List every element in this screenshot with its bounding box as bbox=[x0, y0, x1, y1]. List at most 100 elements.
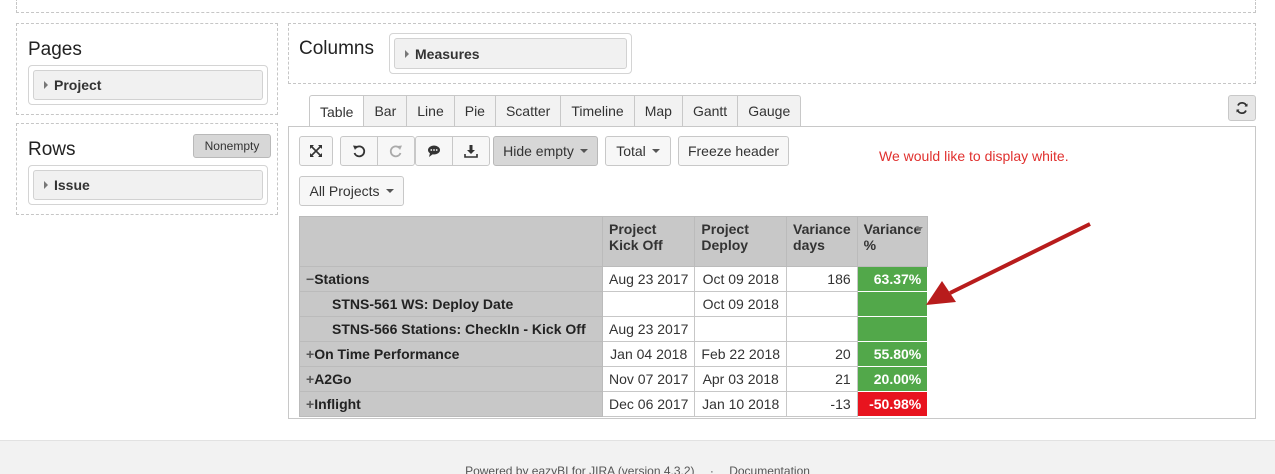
undo-icon bbox=[353, 145, 366, 158]
row-label: A2Go bbox=[314, 371, 352, 387]
cell-days bbox=[786, 316, 858, 342]
cell-deploy: Jan 10 2018 bbox=[694, 391, 788, 417]
row-member[interactable]: −Stations bbox=[299, 266, 603, 292]
row-label: Inflight bbox=[314, 396, 361, 412]
fullscreen-button[interactable] bbox=[299, 136, 333, 166]
footer-documentation-link[interactable]: Documentation bbox=[729, 464, 810, 474]
row-member[interactable]: STNS-566 Stations: CheckIn - Kick Off bbox=[299, 316, 603, 342]
row-member[interactable]: +Inflight bbox=[299, 391, 603, 417]
tab-gantt[interactable]: Gantt bbox=[681, 95, 739, 126]
comments-button[interactable] bbox=[415, 136, 453, 166]
row-label: STNS-561 WS: Deploy Date bbox=[332, 296, 514, 312]
results-table: Project Kick Off Project Deploy Variance days… bbox=[299, 216, 929, 417]
cell-days: 186 bbox=[786, 266, 858, 292]
expand-icon[interactable]: + bbox=[306, 346, 314, 362]
tab-table[interactable]: Table bbox=[309, 95, 365, 127]
cell-variance-pct bbox=[856, 316, 929, 342]
chip-label: Issue bbox=[54, 177, 90, 193]
cell-kickoff bbox=[601, 291, 696, 317]
pages-well: Project bbox=[28, 65, 268, 105]
freeze-header-button[interactable]: Freeze header bbox=[678, 136, 789, 166]
total-dropdown[interactable]: Total bbox=[605, 136, 671, 166]
expand-icon bbox=[310, 145, 322, 157]
all-projects-dropdown[interactable]: All Projects bbox=[299, 176, 404, 206]
row-label: On Time Performance bbox=[314, 346, 460, 362]
rows-panel: Rows Nonempty Issue bbox=[16, 123, 278, 215]
cell-kickoff: Aug 23 2017 bbox=[601, 266, 696, 292]
sort-caret-icon[interactable] bbox=[915, 227, 924, 231]
cell-variance-pct: 63.37% bbox=[856, 266, 929, 292]
tab-scatter[interactable]: Scatter bbox=[494, 95, 562, 126]
tab-timeline[interactable]: Timeline bbox=[560, 95, 635, 126]
all-projects-label: All Projects bbox=[309, 183, 380, 199]
export-button[interactable] bbox=[452, 136, 490, 166]
row-label: STNS-566 Stations: CheckIn - Kick Off bbox=[332, 321, 586, 337]
undo-button[interactable] bbox=[340, 136, 378, 166]
table-row: STNS-561 WS: Deploy Date Oct 09 2018 bbox=[299, 291, 929, 317]
caret-right-icon bbox=[44, 181, 48, 189]
rows-title: Rows bbox=[28, 139, 76, 160]
cell-variance-pct: 55.80% bbox=[856, 341, 929, 367]
column-header-line1: Variance bbox=[793, 221, 851, 237]
column-header-line1: Project bbox=[609, 221, 657, 237]
expand-icon[interactable]: + bbox=[306, 396, 314, 412]
footer-text: Powered by eazyBI for JIRA (version 4.3.… bbox=[0, 464, 1275, 474]
columns-panel: Columns Measures bbox=[288, 23, 1256, 84]
cell-days: -13 bbox=[786, 391, 858, 417]
row-member[interactable]: +A2Go bbox=[299, 366, 603, 392]
redo-icon bbox=[389, 145, 402, 158]
caret-down-icon bbox=[651, 149, 660, 153]
column-header-line2: Kick Off bbox=[609, 237, 663, 253]
redo-button[interactable] bbox=[377, 136, 415, 166]
column-header-line2: % bbox=[863, 237, 877, 253]
cell-deploy bbox=[694, 316, 788, 342]
column-header-line1: Project bbox=[701, 221, 749, 237]
cell-variance-pct bbox=[856, 291, 929, 317]
refresh-button[interactable] bbox=[1228, 95, 1256, 121]
cell-kickoff: Dec 06 2017 bbox=[601, 391, 696, 417]
caret-right-icon bbox=[44, 81, 48, 89]
column-header[interactable]: Variance days bbox=[786, 216, 858, 267]
pages-panel: Pages Project bbox=[16, 23, 278, 115]
chip-label: Project bbox=[54, 77, 102, 93]
caret-down-icon bbox=[385, 189, 394, 193]
row-label: Stations bbox=[314, 271, 370, 287]
rows-chip-issue[interactable]: Issue bbox=[33, 170, 263, 200]
column-header[interactable]: Project Kick Off bbox=[601, 216, 696, 267]
collapse-icon[interactable]: − bbox=[306, 271, 314, 287]
table-corner-cell bbox=[299, 216, 603, 267]
undo-redo-group bbox=[340, 136, 415, 166]
table-row: +Inflight Dec 06 2017 Jan 10 2018 -13 -50.98… bbox=[299, 391, 929, 417]
cell-days: 21 bbox=[786, 366, 858, 392]
column-header-line2: Deploy bbox=[701, 237, 749, 253]
column-header[interactable]: Project Deploy bbox=[694, 216, 788, 267]
table-row: +A2Go Nov 07 2017 Apr 03 2018 21 20.00% bbox=[299, 366, 929, 392]
expand-icon[interactable]: + bbox=[306, 371, 314, 387]
column-header[interactable]: Variance% bbox=[856, 216, 929, 267]
row-member[interactable]: +On Time Performance bbox=[299, 341, 603, 367]
nonempty-button[interactable]: Nonempty bbox=[193, 134, 271, 158]
page-footer: Powered by eazyBI for JIRA (version 4.3.… bbox=[0, 440, 1275, 474]
tab-gauge[interactable]: Gauge bbox=[737, 95, 802, 126]
hide-empty-dropdown[interactable]: Hide empty bbox=[493, 136, 598, 166]
cell-kickoff: Aug 23 2017 bbox=[601, 316, 696, 342]
tab-pie[interactable]: Pie bbox=[453, 95, 496, 126]
table-row: −Stations Aug 23 2017 Oct 09 2018 186 63.37% bbox=[299, 266, 929, 292]
row-member[interactable]: STNS-561 WS: Deploy Date bbox=[299, 291, 603, 317]
total-label: Total bbox=[616, 143, 646, 159]
columns-chip-measures[interactable]: Measures bbox=[394, 38, 627, 69]
chip-label: Measures bbox=[415, 45, 480, 62]
tab-map[interactable]: Map bbox=[633, 95, 683, 126]
rows-well: Issue bbox=[28, 165, 268, 205]
annotation-note: We would like to display white. bbox=[879, 148, 1069, 164]
tab-line[interactable]: Line bbox=[406, 95, 455, 126]
pages-title: Pages bbox=[28, 39, 82, 60]
refresh-icon bbox=[1236, 101, 1248, 115]
cell-kickoff: Nov 07 2017 bbox=[601, 366, 696, 392]
caret-down-icon bbox=[579, 149, 588, 153]
footer-powered-by: Powered by eazyBI for JIRA (version 4.3.… bbox=[465, 464, 695, 474]
cell-deploy: Oct 09 2018 bbox=[694, 291, 788, 317]
pages-chip-project[interactable]: Project bbox=[33, 70, 263, 100]
tab-bar[interactable]: Bar bbox=[363, 95, 408, 126]
comment-export-group bbox=[415, 136, 490, 166]
